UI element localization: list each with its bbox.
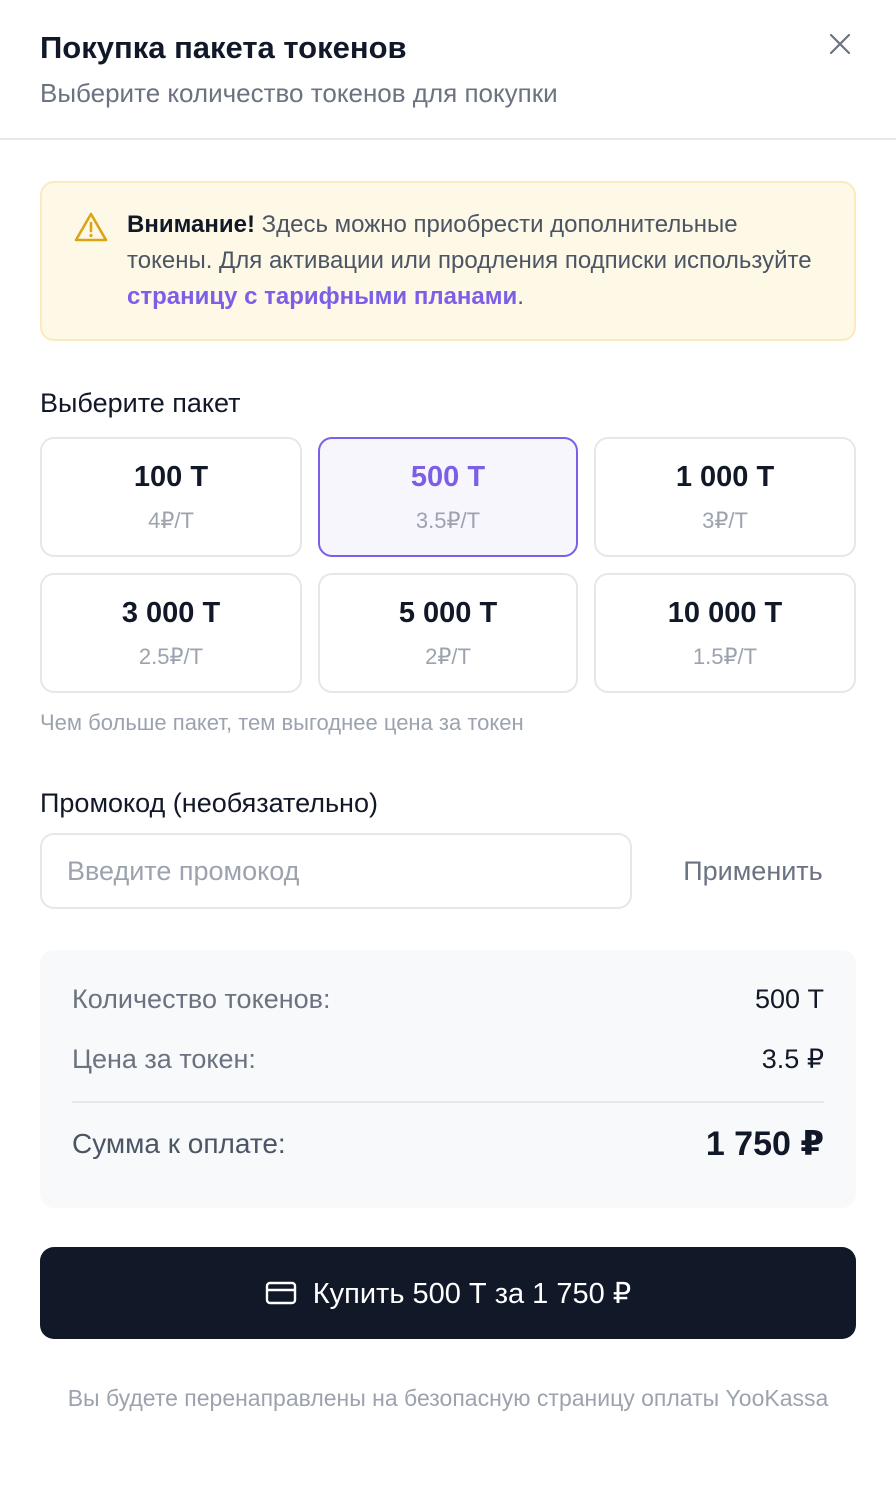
package-amount: 100 Т — [133, 461, 209, 493]
summary-row-total: Сумма к оплате: 1 750 ₽ — [72, 1124, 824, 1164]
total-label: Сумма к оплате: — [72, 1128, 286, 1159]
redirect-note: Вы будете перенаправлены на безопасную с… — [67, 1385, 829, 1411]
tokens-label: Количество токенов: — [72, 984, 331, 1014]
buy-button-label: Купить 500 Т за 1 750 ₽ — [312, 1277, 632, 1310]
summary-row-price: Цена за токен: 3.5 ₽ — [72, 1044, 824, 1075]
package-price: 3.5₽/Т — [415, 508, 481, 533]
summary-divider — [72, 1101, 824, 1103]
dialog-subtitle: Выберите количество токенов для покупки — [40, 78, 558, 108]
promo-label: Промокод (необязательно) — [40, 788, 378, 818]
package-price: 2.5₽/Т — [138, 644, 204, 669]
alert-end: . — [517, 283, 524, 310]
close-icon — [829, 33, 851, 55]
close-button[interactable] — [820, 24, 860, 64]
promo-code-input[interactable] — [40, 833, 632, 909]
price-label: Цена за токен: — [72, 1044, 256, 1074]
warning-alert: Внимание! Здесь можно приобрести дополни… — [40, 181, 856, 341]
package-amount: 500 Т — [410, 461, 486, 493]
buy-button[interactable]: Купить 500 Т за 1 750 ₽ — [40, 1247, 856, 1339]
package-hint: Чем больше пакет, тем выгоднее цена за т… — [40, 710, 524, 735]
tariff-plans-link[interactable]: страницу с тарифными планами — [127, 283, 517, 310]
package-option-selected[interactable]: 500 Т 3.5₽/Т — [318, 437, 578, 557]
package-option[interactable]: 100 Т 4₽/Т — [40, 437, 302, 557]
total-value: 1 750 ₽ — [705, 1125, 824, 1163]
dialog-title: Покупка пакета токенов — [40, 30, 407, 65]
alert-text: Внимание! Здесь можно приобрести дополни… — [127, 207, 827, 315]
dialog-header: Покупка пакета токенов Выберите количест… — [0, 0, 896, 140]
package-price: 3₽/Т — [702, 508, 748, 533]
package-amount: 10 000 Т — [667, 597, 783, 629]
alert-strong: Внимание! — [127, 211, 255, 238]
price-value: 3.5 ₽ — [761, 1044, 824, 1074]
warning-icon — [74, 212, 108, 242]
package-amount: 3 000 Т — [121, 597, 221, 629]
package-price: 2₽/Т — [425, 644, 471, 669]
package-option[interactable]: 5 000 Т 2₽/Т — [318, 573, 578, 693]
package-option[interactable]: 10 000 Т 1.5₽/Т — [594, 573, 856, 693]
package-price: 1.5₽/Т — [692, 644, 758, 669]
package-amount: 5 000 Т — [398, 597, 498, 629]
apply-promo-button[interactable]: Применить — [650, 833, 856, 909]
package-option[interactable]: 3 000 Т 2.5₽/Т — [40, 573, 302, 693]
package-option[interactable]: 1 000 Т 3₽/Т — [594, 437, 856, 557]
tokens-value: 500 Т — [754, 984, 824, 1014]
package-price: 4₽/Т — [148, 508, 194, 533]
package-section-label: Выберите пакет — [40, 388, 241, 418]
order-summary: Количество токенов: 500 Т Цена за токен:… — [40, 950, 856, 1208]
credit-card-icon — [265, 1281, 296, 1305]
package-amount: 1 000 Т — [675, 461, 775, 493]
summary-row-tokens: Количество токенов: 500 Т — [72, 984, 824, 1015]
